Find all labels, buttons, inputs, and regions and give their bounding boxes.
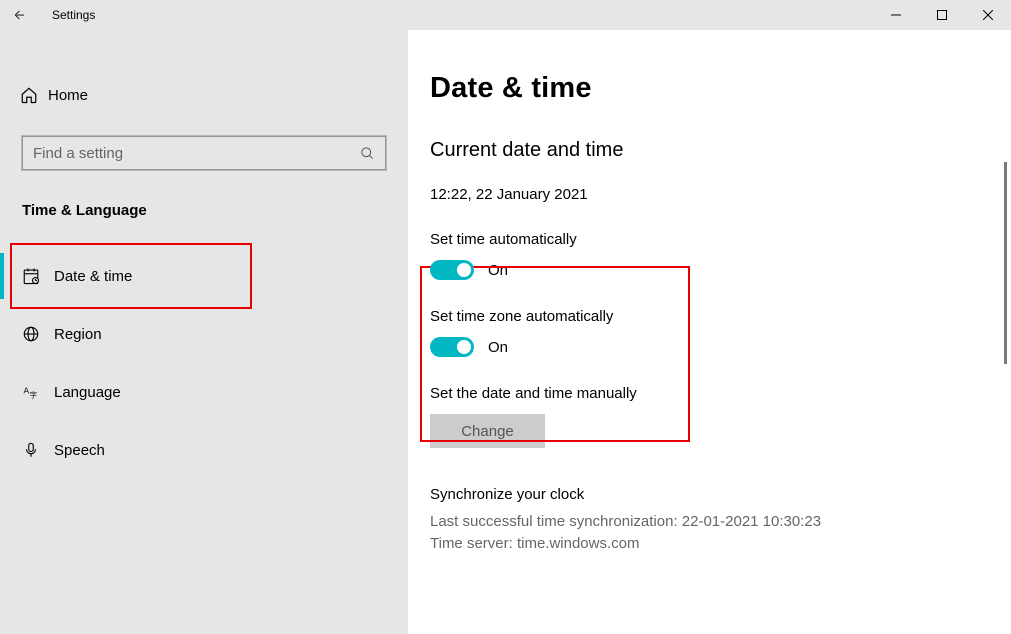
content-area: Home Time & Language Date & time xyxy=(0,30,1011,634)
home-icon xyxy=(20,86,48,104)
set-time-auto-block: Set time automatically On xyxy=(430,231,1011,280)
nav-item-speech[interactable]: Speech xyxy=(0,421,408,479)
settings-window: Settings Home xyxy=(0,0,1011,634)
minimize-button[interactable] xyxy=(873,0,919,30)
section-title: Time & Language xyxy=(22,202,408,219)
nav-item-label: Region xyxy=(54,326,102,343)
svg-text:A: A xyxy=(24,387,30,396)
window-title: Settings xyxy=(52,8,95,22)
sync-last-line: Last successful time synchronization: 22… xyxy=(430,511,1011,533)
current-datetime-value: 12:22, 22 January 2021 xyxy=(430,186,1011,203)
search-box[interactable] xyxy=(22,136,386,170)
svg-text:字: 字 xyxy=(30,389,38,399)
search-container xyxy=(22,136,386,170)
set-time-auto-state: On xyxy=(488,262,508,279)
set-time-auto-toggle[interactable] xyxy=(430,260,474,280)
calendar-icon xyxy=(22,267,54,285)
nav-item-region[interactable]: Region xyxy=(0,305,408,363)
nav-item-date-time[interactable]: Date & time xyxy=(0,247,408,305)
scrollbar-thumb[interactable] xyxy=(1004,162,1007,364)
set-timezone-auto-state: On xyxy=(488,339,508,356)
nav-item-language[interactable]: A字 Language xyxy=(0,363,408,421)
search-icon xyxy=(360,137,375,169)
language-icon: A字 xyxy=(22,383,54,401)
maximize-button[interactable] xyxy=(919,0,965,30)
globe-icon xyxy=(22,325,54,343)
set-timezone-auto-block: Set time zone automatically On xyxy=(430,308,1011,357)
nav-item-label: Speech xyxy=(54,442,105,459)
nav-item-label: Language xyxy=(54,384,121,401)
change-button: Change xyxy=(430,414,545,448)
nav-item-label: Date & time xyxy=(54,268,132,285)
manual-set-label: Set the date and time manually xyxy=(430,385,1011,402)
sidebar: Home Time & Language Date & time xyxy=(0,30,408,634)
sync-heading: Synchronize your clock xyxy=(430,486,1011,503)
back-button[interactable] xyxy=(0,0,40,30)
page-title: Date & time xyxy=(430,72,1011,105)
sync-server-line: Time server: time.windows.com xyxy=(430,533,1011,555)
main-panel: Date & time Current date and time 12:22,… xyxy=(408,30,1011,634)
set-timezone-auto-label: Set time zone automatically xyxy=(430,308,1011,325)
current-datetime-heading: Current date and time xyxy=(430,139,1011,162)
set-timezone-auto-toggle[interactable] xyxy=(430,337,474,357)
sync-info: Last successful time synchronization: 22… xyxy=(430,511,1011,555)
window-controls xyxy=(873,0,1011,30)
mic-icon xyxy=(22,441,54,459)
close-button[interactable] xyxy=(965,0,1011,30)
nav-list: Date & time Region A字 Language xyxy=(0,247,408,479)
home-label: Home xyxy=(48,87,88,104)
search-input[interactable] xyxy=(33,145,349,162)
titlebar: Settings xyxy=(0,0,1011,30)
set-time-auto-label: Set time automatically xyxy=(430,231,1011,248)
home-button[interactable]: Home xyxy=(0,72,408,118)
